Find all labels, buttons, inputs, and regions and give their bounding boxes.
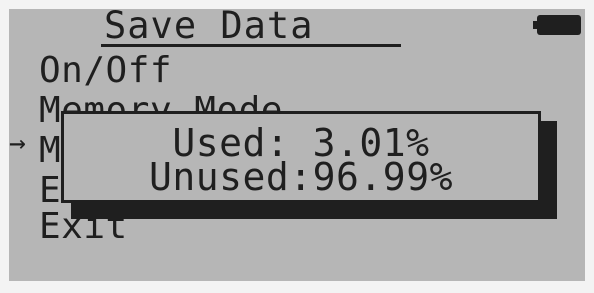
screen-title: Save Data [104, 9, 314, 47]
unused-percentage: Unused:96.99% [149, 155, 453, 199]
menu-item-selected[interactable]: M [39, 133, 61, 169]
menu-item-on-off[interactable]: On/Off [39, 53, 172, 89]
device-bezel: Save Data On/Off Memory Mode M E Exit → … [0, 0, 594, 293]
selection-arrow-icon: → [9, 126, 26, 159]
lcd-screen: Save Data On/Off Memory Mode M E Exit → … [9, 9, 585, 281]
screen-header: Save Data [9, 9, 585, 49]
memory-usage-popup: Used: 3.01% Unused:96.99% [61, 111, 541, 203]
battery-full-icon [533, 15, 581, 35]
title-underline [101, 44, 401, 47]
menu-item-e[interactable]: E [39, 173, 61, 209]
